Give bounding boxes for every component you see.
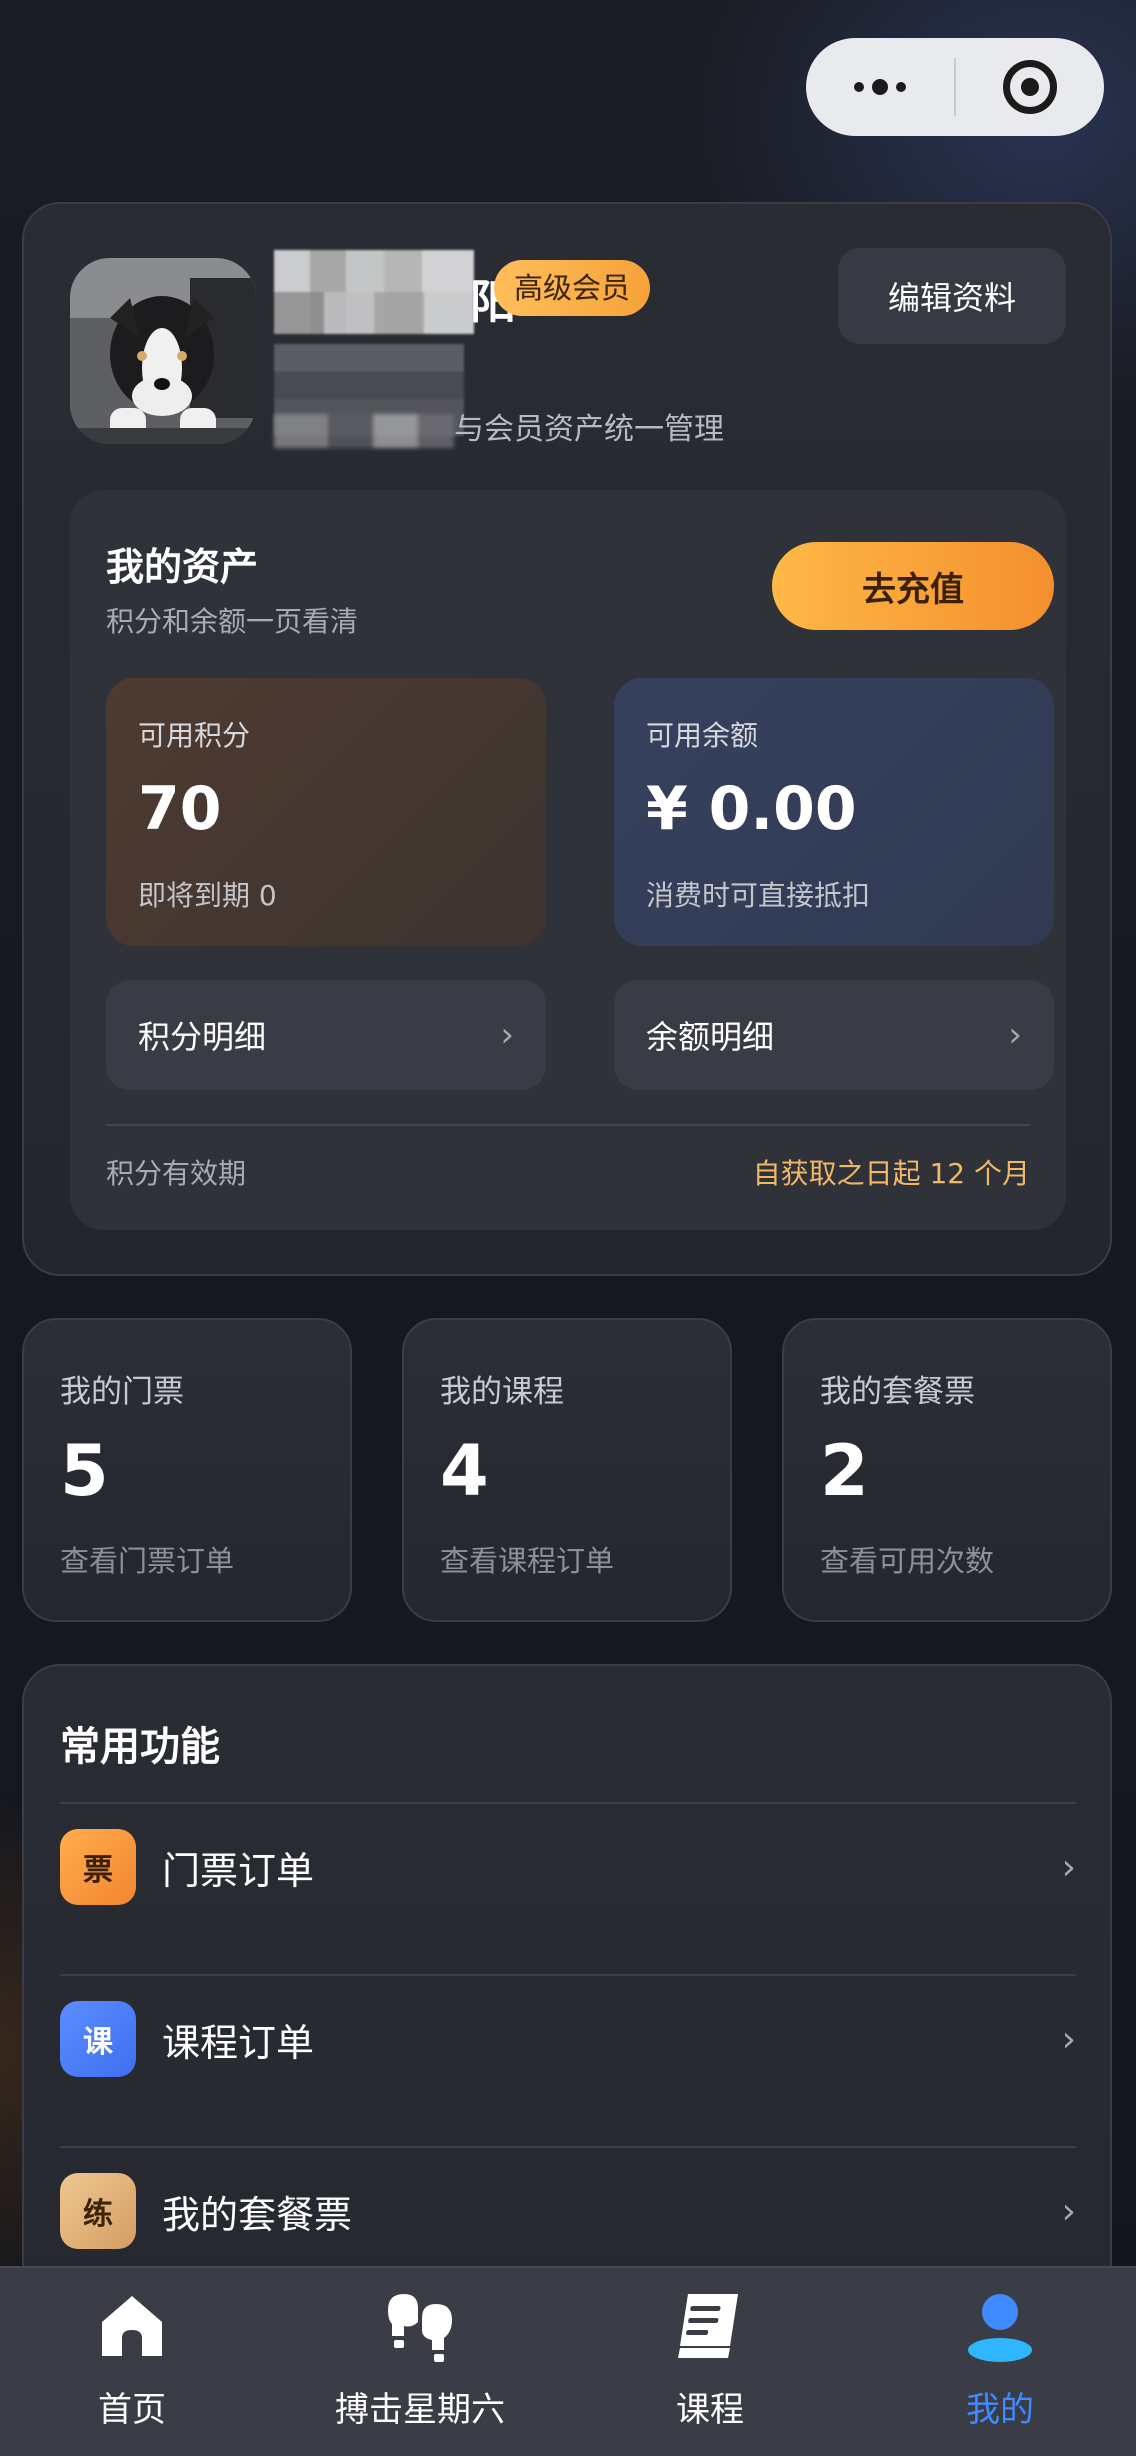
home-icon — [102, 2296, 162, 2356]
tab-label: 课程 — [676, 2390, 744, 2430]
points-tile[interactable]: 可用积分 70 即将到期 0 — [106, 678, 546, 946]
divider — [60, 2146, 1076, 2148]
page: 阳 高级会员 编辑资料 与会员资产统一管理 我的资产 积分和余额一页看清 去充值… — [0, 0, 1136, 2456]
validity-label: 积分有效期 — [106, 1157, 247, 1190]
tab-label: 搏击星期六 — [335, 2390, 505, 2430]
stat-label: 我的门票 — [60, 1374, 184, 1410]
my-courses-card[interactable]: 我的课程 4 查看课程订单 — [402, 1318, 732, 1622]
chevron-right-icon: › — [1061, 2018, 1076, 2060]
stat-value: 2 — [820, 1430, 869, 1512]
course-icon: 课 — [60, 2001, 136, 2077]
target-icon — [1003, 60, 1057, 114]
my-tickets-card[interactable]: 我的门票 5 查看门票订单 — [22, 1318, 352, 1622]
assets-panel: 我的资产 积分和余额一页看清 去充值 可用积分 70 即将到期 0 可用余额 ¥… — [70, 490, 1066, 1230]
username-redacted — [274, 250, 474, 334]
ticket-icon: 票 — [60, 1829, 136, 1905]
more-dot-icon — [896, 82, 906, 92]
edit-profile-button[interactable]: 编辑资料 — [838, 248, 1066, 344]
balance-tile[interactable]: 可用余额 ¥ 0.00 消费时可直接抵扣 — [614, 678, 1054, 946]
dog-avatar-image — [70, 258, 256, 444]
close-miniprogram-button[interactable] — [956, 38, 1104, 136]
bottom-tab-bar: 首页 搏击星期六 课程 我的 — [0, 2266, 1136, 2456]
profile-card: 阳 高级会员 编辑资料 与会员资产统一管理 我的资产 积分和余额一页看清 去充值… — [22, 202, 1112, 1276]
stat-value: 4 — [440, 1430, 489, 1512]
stat-note: 查看门票订单 — [60, 1544, 235, 1578]
stat-label: 我的课程 — [440, 1374, 564, 1410]
function-item-label: 课程订单 — [162, 2020, 315, 2065]
validity-value: 自获取之日起 12 个月 — [752, 1157, 1030, 1190]
assets-title: 我的资产 — [106, 545, 259, 589]
more-dot-icon — [872, 79, 888, 95]
points-value: 70 — [138, 774, 222, 844]
stat-note: 查看可用次数 — [820, 1544, 995, 1578]
tab-mine[interactable]: 我的 — [880, 2282, 1120, 2452]
chevron-right-icon: › — [1061, 1846, 1076, 1888]
assets-subtitle: 积分和余额一页看清 — [106, 605, 359, 638]
miniprogram-capsule — [806, 38, 1104, 136]
more-dot-icon — [854, 82, 864, 92]
function-item-label: 我的套餐票 — [162, 2192, 353, 2237]
tab-home[interactable]: 首页 — [12, 2282, 252, 2452]
tab-label: 首页 — [98, 2390, 166, 2430]
profile-icon — [968, 2294, 1032, 2362]
divider — [60, 1802, 1076, 1804]
tab-courses[interactable]: 课程 — [590, 2282, 830, 2452]
profile-subtitle: 与会员资产统一管理 — [274, 404, 724, 448]
function-item-course-orders[interactable]: 课 课程订单 › — [60, 1984, 1076, 2094]
divider — [106, 1124, 1030, 1126]
balance-note: 消费时可直接抵扣 — [646, 879, 871, 912]
balance-value: ¥ 0.00 — [646, 774, 857, 844]
stat-note: 查看课程订单 — [440, 1544, 615, 1578]
avatar[interactable] — [70, 258, 256, 444]
recharge-button[interactable]: 去充值 — [772, 542, 1054, 630]
chevron-right-icon: › — [1008, 1015, 1022, 1055]
points-expiring-note: 即将到期 0 — [138, 879, 277, 912]
points-detail-button[interactable]: 积分明细 › — [106, 980, 546, 1090]
divider — [60, 1974, 1076, 1976]
chevron-right-icon: › — [1061, 2190, 1076, 2232]
balance-label: 可用余额 — [646, 719, 759, 752]
tab-label: 我的 — [966, 2390, 1034, 2430]
function-item-package-tickets[interactable]: 练 我的套餐票 › — [60, 2156, 1076, 2266]
function-item-label: 门票订单 — [162, 1848, 315, 1893]
profile-subtitle-text: 与会员资产统一管理 — [454, 412, 724, 447]
chevron-right-icon: › — [500, 1015, 514, 1055]
tab-boxing-saturday[interactable]: 搏击星期六 — [300, 2282, 540, 2452]
balance-detail-button[interactable]: 余额明细 › — [614, 980, 1054, 1090]
practice-icon: 练 — [60, 2173, 136, 2249]
stat-label: 我的套餐票 — [820, 1374, 975, 1410]
more-button[interactable] — [806, 38, 954, 136]
functions-title: 常用功能 — [60, 1724, 220, 1770]
function-item-ticket-orders[interactable]: 票 门票订单 › — [60, 1812, 1076, 1922]
vip-badge: 高级会员 — [494, 260, 651, 316]
balance-detail-label: 余额明细 — [646, 1018, 775, 1056]
points-detail-label: 积分明细 — [138, 1018, 267, 1056]
subtitle-redacted-part — [274, 413, 454, 448]
stat-value: 5 — [60, 1430, 109, 1512]
points-label: 可用积分 — [138, 719, 251, 752]
boxing-glove-icon — [388, 2294, 452, 2362]
book-icon — [678, 2294, 738, 2358]
my-package-tickets-card[interactable]: 我的套餐票 2 查看可用次数 — [782, 1318, 1112, 1622]
